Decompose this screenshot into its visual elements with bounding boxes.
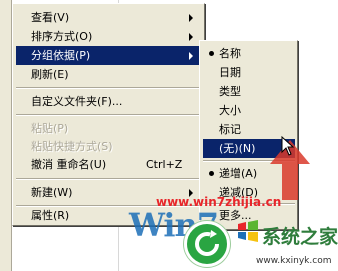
watermark-logo: [184, 221, 230, 267]
menu-item-label: 自定义文件夹(F)...: [31, 95, 123, 108]
menu-separator: [16, 114, 201, 116]
menu-separator: [16, 87, 201, 89]
menu-item-refresh[interactable]: 刷新(E): [16, 65, 201, 84]
menu-item-label: 查看(V): [31, 11, 70, 24]
submenu-item-label: 类型: [219, 85, 241, 98]
menu-item-view[interactable]: 查看(V): [16, 8, 201, 27]
submenu-arrow-icon: [189, 14, 193, 22]
menu-item-label: 属性(R): [31, 209, 70, 222]
submenu-item-label: 递增(A): [219, 167, 258, 180]
menu-item-label: 分组依据(P): [31, 49, 91, 62]
menu-item-paste-shortcut[interactable]: 粘贴快捷方式(S): [16, 137, 201, 156]
watermark-site: www.kxinyk.com: [256, 256, 332, 266]
submenu-arrow-icon: [189, 33, 193, 41]
menu-item-customize-folder[interactable]: 自定义文件夹(F)...: [16, 92, 201, 111]
context-menu: 查看(V) 排序方式(O) 分组依据(P) 刷新(E) 自定义文件夹(F)...…: [12, 3, 205, 226]
submenu-item-name[interactable]: 名称: [203, 44, 295, 63]
menu-item-paste[interactable]: 粘贴(P): [16, 119, 201, 138]
menu-item-label: 粘贴(P): [31, 122, 69, 135]
submenu-item-label: (无)(N): [219, 142, 256, 155]
menu-item-shortcut: Ctrl+Z: [146, 158, 183, 171]
menu-separator: [16, 178, 201, 180]
menu-item-label: 粘贴快捷方式(S): [31, 140, 113, 153]
menu-item-group-by[interactable]: 分组依据(P): [16, 46, 201, 65]
mouse-pointer-icon: [281, 136, 295, 156]
radio-bullet-icon: [209, 51, 214, 56]
menu-item-label: 撤消 重命名(U): [31, 158, 107, 171]
menu-item-undo-rename[interactable]: 撤消 重命名(U) Ctrl+Z: [16, 155, 201, 174]
submenu-arrow-icon: [189, 52, 193, 60]
radio-bullet-icon: [209, 171, 214, 176]
windows-logo-icon: [238, 220, 258, 242]
submenu-item-date[interactable]: 日期: [203, 63, 295, 82]
refresh-icon: [195, 230, 219, 256]
submenu-item-label: 名称: [219, 47, 241, 60]
menu-item-label: 新建(W): [31, 186, 73, 199]
menu-item-label: 排序方式(O): [31, 30, 93, 43]
submenu-item-label: 标记: [219, 123, 241, 136]
submenu-item-label: 大小: [219, 104, 241, 117]
submenu-item-type[interactable]: 类型: [203, 82, 295, 101]
watermark-brand: 系统之家: [262, 226, 338, 248]
menu-item-label: 刷新(E): [31, 68, 69, 81]
menu-item-sort-by[interactable]: 排序方式(O): [16, 27, 201, 46]
submenu-item-size[interactable]: 大小: [203, 101, 295, 120]
submenu-item-label: 日期: [219, 66, 241, 79]
background-window-edge: [0, 0, 12, 271]
